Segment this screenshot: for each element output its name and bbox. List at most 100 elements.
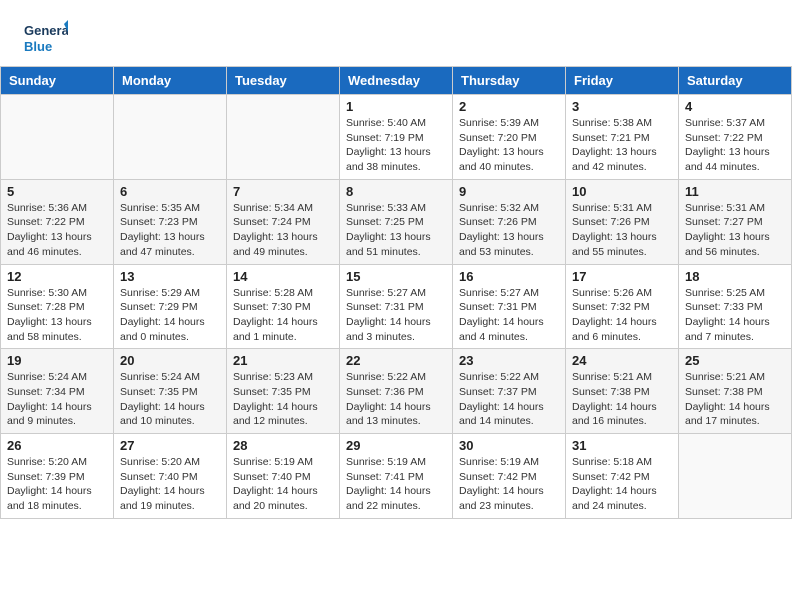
header-row: SundayMondayTuesdayWednesdayThursdayFrid…: [1, 67, 792, 95]
logo-svg: General Blue: [24, 18, 68, 56]
svg-text:General: General: [24, 23, 68, 38]
day-cell: 6Sunrise: 5:35 AM Sunset: 7:23 PM Daylig…: [114, 179, 227, 264]
day-info: Sunrise: 5:25 AM Sunset: 7:33 PM Dayligh…: [685, 286, 785, 345]
day-number: 18: [685, 269, 785, 284]
day-cell: 28Sunrise: 5:19 AM Sunset: 7:40 PM Dayli…: [227, 434, 340, 519]
day-number: 31: [572, 438, 672, 453]
day-info: Sunrise: 5:21 AM Sunset: 7:38 PM Dayligh…: [572, 370, 672, 429]
day-info: Sunrise: 5:19 AM Sunset: 7:41 PM Dayligh…: [346, 455, 446, 514]
day-number: 21: [233, 353, 333, 368]
day-info: Sunrise: 5:20 AM Sunset: 7:39 PM Dayligh…: [7, 455, 107, 514]
day-info: Sunrise: 5:32 AM Sunset: 7:26 PM Dayligh…: [459, 201, 559, 260]
day-number: 10: [572, 184, 672, 199]
day-cell: 27 Sunrise: 5:20 AM Sunset: 7:40 PM Dayli…: [114, 434, 227, 519]
day-number: 1: [346, 99, 446, 114]
day-info: Sunrise: 5:38 AM Sunset: 7:21 PM Dayligh…: [572, 116, 672, 175]
day-number: 15: [346, 269, 446, 284]
day-number: 2: [459, 99, 559, 114]
day-number: 24: [572, 353, 672, 368]
day-cell: 13Sunrise: 5:29 AM Sunset: 7:29 PM Dayli…: [114, 264, 227, 349]
day-info: Sunrise: 5:36 AM Sunset: 7:22 PM Dayligh…: [7, 201, 107, 260]
day-cell: 4 Sunrise: 5:37 AM Sunset: 7:22 PM Daylig…: [679, 95, 792, 180]
day-info: Sunrise: 5:26 AM Sunset: 7:32 PM Dayligh…: [572, 286, 672, 345]
day-cell: 17 Sunrise: 5:26 AM Sunset: 7:32 PM Dayli…: [566, 264, 679, 349]
day-cell: 20Sunrise: 5:24 AM Sunset: 7:35 PM Dayli…: [114, 349, 227, 434]
day-info: Sunrise: 5:27 AM Sunset: 7:31 PM Dayligh…: [346, 286, 446, 345]
day-cell: [227, 95, 340, 180]
day-cell: 24 Sunrise: 5:21 AM Sunset: 7:38 PM Dayli…: [566, 349, 679, 434]
day-number: 26: [7, 438, 107, 453]
day-number: 29: [346, 438, 446, 453]
day-number: 3: [572, 99, 672, 114]
calendar-header: SundayMondayTuesdayWednesdayThursdayFrid…: [1, 67, 792, 95]
day-cell: 8 Sunrise: 5:33 AM Sunset: 7:25 PM Daylig…: [340, 179, 453, 264]
day-info: Sunrise: 5:33 AM Sunset: 7:25 PM Dayligh…: [346, 201, 446, 260]
day-info: Sunrise: 5:31 AM Sunset: 7:26 PM Dayligh…: [572, 201, 672, 260]
day-cell: 29 Sunrise: 5:19 AM Sunset: 7:41 PM Dayli…: [340, 434, 453, 519]
day-cell: 14Sunrise: 5:28 AM Sunset: 7:30 PM Dayli…: [227, 264, 340, 349]
header-cell-sunday: Sunday: [1, 67, 114, 95]
header-cell-wednesday: Wednesday: [340, 67, 453, 95]
day-cell: [1, 95, 114, 180]
day-cell: 19 Sunrise: 5:24 AM Sunset: 7:34 PM Dayli…: [1, 349, 114, 434]
day-info: Sunrise: 5:20 AM Sunset: 7:40 PM Dayligh…: [120, 455, 220, 514]
day-info: Sunrise: 5:18 AM Sunset: 7:42 PM Dayligh…: [572, 455, 672, 514]
day-cell: 26 Sunrise: 5:20 AM Sunset: 7:39 PM Dayli…: [1, 434, 114, 519]
day-number: 4: [685, 99, 785, 114]
header-cell-tuesday: Tuesday: [227, 67, 340, 95]
day-info: Sunrise: 5:37 AM Sunset: 7:22 PM Dayligh…: [685, 116, 785, 175]
day-number: 22: [346, 353, 446, 368]
day-info: Sunrise: 5:30 AM Sunset: 7:28 PM Dayligh…: [7, 286, 107, 345]
day-number: 16: [459, 269, 559, 284]
day-info: Sunrise: 5:35 AM Sunset: 7:23 PM Dayligh…: [120, 201, 220, 260]
day-cell: 12 Sunrise: 5:30 AM Sunset: 7:28 PM Dayli…: [1, 264, 114, 349]
day-cell: 21Sunrise: 5:23 AM Sunset: 7:35 PM Dayli…: [227, 349, 340, 434]
day-number: 12: [7, 269, 107, 284]
calendar-body: 1 Sunrise: 5:40 AM Sunset: 7:19 PM Daylig…: [1, 95, 792, 519]
day-cell: 9Sunrise: 5:32 AM Sunset: 7:26 PM Daylig…: [453, 179, 566, 264]
week-row-0: 1 Sunrise: 5:40 AM Sunset: 7:19 PM Daylig…: [1, 95, 792, 180]
day-info: Sunrise: 5:24 AM Sunset: 7:34 PM Dayligh…: [7, 370, 107, 429]
day-cell: [114, 95, 227, 180]
day-number: 19: [7, 353, 107, 368]
logo: General Blue: [24, 18, 68, 56]
day-info: Sunrise: 5:34 AM Sunset: 7:24 PM Dayligh…: [233, 201, 333, 260]
week-row-2: 12 Sunrise: 5:30 AM Sunset: 7:28 PM Dayli…: [1, 264, 792, 349]
day-info: Sunrise: 5:39 AM Sunset: 7:20 PM Dayligh…: [459, 116, 559, 175]
day-cell: 11Sunrise: 5:31 AM Sunset: 7:27 PM Dayli…: [679, 179, 792, 264]
week-row-4: 26 Sunrise: 5:20 AM Sunset: 7:39 PM Dayli…: [1, 434, 792, 519]
day-cell: 15 Sunrise: 5:27 AM Sunset: 7:31 PM Dayli…: [340, 264, 453, 349]
day-cell: 22Sunrise: 5:22 AM Sunset: 7:36 PM Dayli…: [340, 349, 453, 434]
day-info: Sunrise: 5:24 AM Sunset: 7:35 PM Dayligh…: [120, 370, 220, 429]
week-row-1: 5Sunrise: 5:36 AM Sunset: 7:22 PM Daylig…: [1, 179, 792, 264]
day-info: Sunrise: 5:22 AM Sunset: 7:37 PM Dayligh…: [459, 370, 559, 429]
day-info: Sunrise: 5:21 AM Sunset: 7:38 PM Dayligh…: [685, 370, 785, 429]
day-number: 25: [685, 353, 785, 368]
day-cell: 2 Sunrise: 5:39 AM Sunset: 7:20 PM Daylig…: [453, 95, 566, 180]
header-cell-thursday: Thursday: [453, 67, 566, 95]
day-number: 27: [120, 438, 220, 453]
day-info: Sunrise: 5:28 AM Sunset: 7:30 PM Dayligh…: [233, 286, 333, 345]
svg-text:Blue: Blue: [24, 39, 52, 54]
day-number: 28: [233, 438, 333, 453]
day-cell: 5Sunrise: 5:36 AM Sunset: 7:22 PM Daylig…: [1, 179, 114, 264]
day-number: 17: [572, 269, 672, 284]
calendar-table: SundayMondayTuesdayWednesdayThursdayFrid…: [0, 66, 792, 519]
day-info: Sunrise: 5:31 AM Sunset: 7:27 PM Dayligh…: [685, 201, 785, 260]
day-cell: 18 Sunrise: 5:25 AM Sunset: 7:33 PM Dayli…: [679, 264, 792, 349]
day-cell: 7 Sunrise: 5:34 AM Sunset: 7:24 PM Daylig…: [227, 179, 340, 264]
day-number: 7: [233, 184, 333, 199]
day-number: 8: [346, 184, 446, 199]
day-info: Sunrise: 5:40 AM Sunset: 7:19 PM Dayligh…: [346, 116, 446, 175]
day-cell: 10 Sunrise: 5:31 AM Sunset: 7:26 PM Dayli…: [566, 179, 679, 264]
day-number: 30: [459, 438, 559, 453]
header: General Blue: [0, 0, 792, 66]
header-cell-monday: Monday: [114, 67, 227, 95]
day-cell: 1 Sunrise: 5:40 AM Sunset: 7:19 PM Daylig…: [340, 95, 453, 180]
day-cell: 16Sunrise: 5:27 AM Sunset: 7:31 PM Dayli…: [453, 264, 566, 349]
day-info: Sunrise: 5:19 AM Sunset: 7:42 PM Dayligh…: [459, 455, 559, 514]
day-cell: [679, 434, 792, 519]
day-info: Sunrise: 5:29 AM Sunset: 7:29 PM Dayligh…: [120, 286, 220, 345]
header-cell-saturday: Saturday: [679, 67, 792, 95]
day-number: 23: [459, 353, 559, 368]
